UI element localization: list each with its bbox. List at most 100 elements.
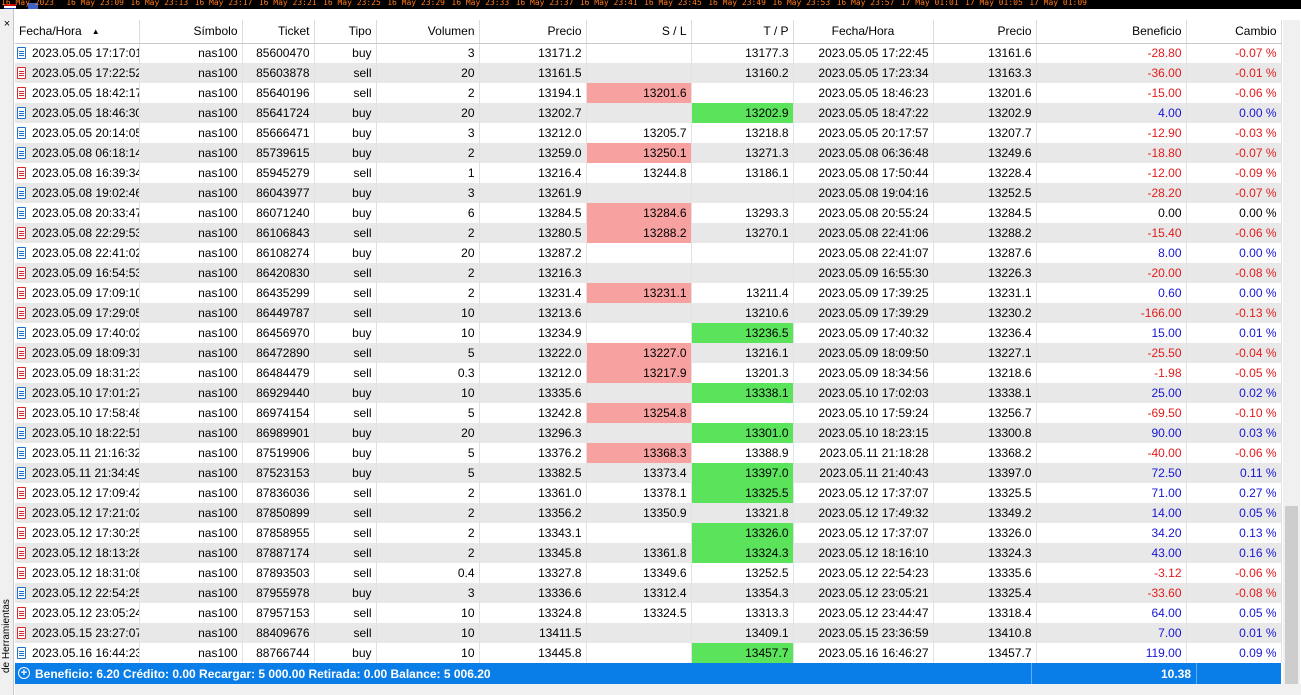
table-row[interactable]: 2023.05.08 06:18:14 nas100 85739615 buy 2 132…: [15, 143, 1282, 163]
profit-cell: -33.60: [1036, 583, 1187, 603]
close-price-cell: 13227.1: [933, 343, 1037, 363]
close-time-cell: 2023.05.15 23:36:59: [793, 623, 934, 643]
vertical-scrollbar[interactable]: [1283, 20, 1300, 684]
close-time-cell: 2023.05.09 17:39:29: [793, 303, 934, 323]
table-row[interactable]: 2023.05.12 22:54:25 nas100 87955978 buy 3 133…: [15, 583, 1282, 603]
table-row[interactable]: 2023.05.12 18:13:28 nas100 87887174 sell 2 13…: [15, 543, 1282, 563]
table-row[interactable]: 2023.05.09 18:09:31 nas100 86472890 sell 5 13…: [15, 343, 1282, 363]
table-row[interactable]: 2023.05.09 16:54:53 nas100 86420830 sell 2 13…: [15, 263, 1282, 283]
history-table-container: Fecha/Hora ▲ Símbolo Ticket Tipo Volumen …: [15, 20, 1282, 663]
open-time-cell: 2023.05.15 23:27:07: [15, 623, 140, 643]
close-price-cell: 13335.6: [933, 563, 1037, 583]
take-profit-cell: 13457.7: [691, 643, 794, 663]
column-header-price[interactable]: Precio: [479, 20, 587, 44]
ticket-cell: 87858955: [242, 523, 315, 543]
close-time-cell: 2023.05.12 23:44:47: [793, 603, 934, 623]
table-row[interactable]: 2023.05.10 17:01:27 nas100 86929440 buy 10 13…: [15, 383, 1282, 403]
table-row[interactable]: 2023.05.16 16:44:23 nas100 88766744 buy 10 13…: [15, 643, 1282, 663]
open-time-cell: 2023.05.09 18:31:23: [15, 363, 140, 383]
table-row[interactable]: 2023.05.09 17:09:10 nas100 86435299 sell 2 13…: [15, 283, 1282, 303]
sell-order-icon: [17, 367, 26, 379]
take-profit-cell: 13201.3: [691, 363, 794, 383]
table-row[interactable]: 2023.05.08 22:29:53 nas100 86106843 sell 2 13…: [15, 223, 1282, 243]
table-row[interactable]: 2023.05.05 20:14:05 nas100 85666471 buy 3 132…: [15, 123, 1282, 143]
column-header-profit[interactable]: Beneficio: [1036, 20, 1187, 44]
table-row[interactable]: 2023.05.11 21:16:32 nas100 87519906 buy 5 133…: [15, 443, 1282, 463]
symbol-cell: nas100: [139, 123, 243, 143]
table-row[interactable]: 2023.05.08 19:02:46 nas100 86043977 buy 3 132…: [15, 183, 1282, 203]
table-row[interactable]: 2023.05.05 18:46:30 nas100 85641724 buy 20 13…: [15, 103, 1282, 123]
table-row[interactable]: 2023.05.08 22:41:02 nas100 86108274 buy 20 13…: [15, 243, 1282, 263]
table-row[interactable]: 2023.05.12 17:21:02 nas100 87850899 sell 2 13…: [15, 503, 1282, 523]
table-row[interactable]: 2023.05.10 17:58:48 nas100 86974154 sell 5 13…: [15, 403, 1282, 423]
column-header-ticket[interactable]: Ticket: [242, 20, 315, 44]
close-icon[interactable]: ×: [1, 18, 13, 30]
volume-cell: 2: [376, 523, 480, 543]
open-time-text: 2023.05.08 06:18:14: [32, 146, 139, 160]
column-header-change[interactable]: Cambio: [1186, 20, 1282, 44]
profit-cell: -1.98: [1036, 363, 1187, 383]
column-header-sl[interactable]: S / L: [586, 20, 692, 44]
symbol-cell: nas100: [139, 623, 243, 643]
stop-loss-cell: 13350.9: [586, 503, 692, 523]
open-time-cell: 2023.05.12 17:30:25: [15, 523, 140, 543]
open-price-cell: 13171.2: [479, 43, 587, 63]
table-row[interactable]: 2023.05.11 21:34:49 nas100 87523153 buy 5 133…: [15, 463, 1282, 483]
column-header-volume[interactable]: Volumen: [376, 20, 480, 44]
close-price-cell: 13397.0: [933, 463, 1037, 483]
column-header-tp[interactable]: T / P: [691, 20, 794, 44]
close-price-cell: 13300.8: [933, 423, 1037, 443]
type-cell: buy: [314, 383, 377, 403]
open-time-text: 2023.05.12 17:21:02: [32, 506, 139, 520]
table-row[interactable]: 2023.05.05 17:22:52 nas100 85603878 sell 20 1…: [15, 63, 1282, 83]
open-price-cell: 13411.5: [479, 623, 587, 643]
expand-icon[interactable]: +: [18, 667, 30, 679]
type-cell: sell: [314, 223, 377, 243]
open-time-text: 2023.05.12 23:05:24: [32, 606, 139, 620]
column-header-close-time[interactable]: Fecha/Hora: [793, 20, 934, 44]
table-row[interactable]: 2023.05.08 16:39:34 nas100 85945279 sell 1 13…: [15, 163, 1282, 183]
table-row[interactable]: 2023.05.09 17:29:05 nas100 86449787 sell 10 1…: [15, 303, 1282, 323]
table-row[interactable]: 2023.05.05 17:17:01 nas100 85600470 buy 3 131…: [15, 43, 1282, 63]
symbol-cell: nas100: [139, 423, 243, 443]
table-row[interactable]: 2023.05.12 18:31:08 nas100 87893503 sell 0.4…: [15, 563, 1282, 583]
type-cell: buy: [314, 323, 377, 343]
horizontal-scrollbar-area: [15, 684, 1301, 695]
profit-cell: -15.40: [1036, 223, 1187, 243]
column-header-open-time[interactable]: Fecha/Hora ▲: [15, 20, 140, 44]
table-row[interactable]: 2023.05.10 18:22:51 nas100 86989901 buy 20 13…: [15, 423, 1282, 443]
open-time-text: 2023.05.16 16:44:23: [32, 646, 139, 660]
scrollbar-thumb[interactable]: [1285, 506, 1298, 684]
stop-loss-cell: [586, 303, 692, 323]
table-row[interactable]: 2023.05.05 18:42:17 nas100 85640196 sell 2 13…: [15, 83, 1282, 103]
column-header-type[interactable]: Tipo: [314, 20, 377, 44]
change-cell: -0.05 %: [1186, 363, 1282, 383]
table-row[interactable]: 2023.05.12 17:30:25 nas100 87858955 sell 2 13…: [15, 523, 1282, 543]
sell-order-icon: [17, 507, 26, 519]
close-time-cell: 2023.05.10 17:02:03: [793, 383, 934, 403]
take-profit-cell: 13236.5: [691, 323, 794, 343]
column-header-symbol[interactable]: Símbolo: [139, 20, 243, 44]
open-time-cell: 2023.05.09 16:54:53: [15, 263, 140, 283]
change-cell: -0.06 %: [1186, 443, 1282, 463]
stop-loss-cell: 13284.6: [586, 203, 692, 223]
ticket-cell: 88409676: [242, 623, 315, 643]
summary-bar[interactable]: + Beneficio: 6.20 Crédito: 0.00 Recargar…: [15, 663, 1281, 684]
volume-cell: 2: [376, 263, 480, 283]
table-row[interactable]: 2023.05.12 23:05:24 nas100 87957153 sell 10 1…: [15, 603, 1282, 623]
table-row[interactable]: 2023.05.15 23:27:07 nas100 88409676 sell 10 1…: [15, 623, 1282, 643]
open-price-cell: 13445.8: [479, 643, 587, 663]
ticket-cell: 87519906: [242, 443, 315, 463]
symbol-cell: nas100: [139, 523, 243, 543]
profit-cell: -12.00: [1036, 163, 1187, 183]
table-row[interactable]: 2023.05.08 20:33:47 nas100 86071240 buy 6 132…: [15, 203, 1282, 223]
time-axis-label: 16 May 23:57: [836, 0, 895, 7]
type-cell: sell: [314, 343, 377, 363]
open-price-cell: 13284.5: [479, 203, 587, 223]
column-header-close-price[interactable]: Precio: [933, 20, 1037, 44]
open-time-cell: 2023.05.12 17:09:42: [15, 483, 140, 503]
table-row[interactable]: 2023.05.12 17:09:42 nas100 87836036 sell 2 13…: [15, 483, 1282, 503]
table-row[interactable]: 2023.05.09 18:31:23 nas100 86484479 sell 0.3…: [15, 363, 1282, 383]
symbol-cell: nas100: [139, 63, 243, 83]
table-row[interactable]: 2023.05.09 17:40:02 nas100 86456970 buy 10 13…: [15, 323, 1282, 343]
